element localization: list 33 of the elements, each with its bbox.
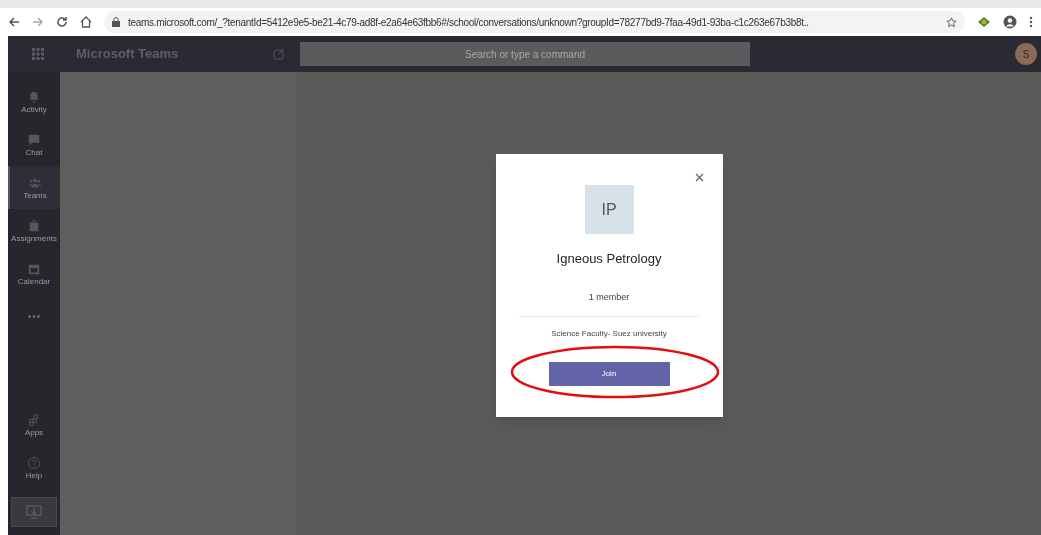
rail-item[interactable]: Chat bbox=[8, 123, 60, 166]
lock-icon bbox=[112, 17, 120, 27]
help-icon bbox=[27, 455, 41, 470]
url-text: teams.microsoft.com/_?tenantId=5412e9e5-be21-4c79-ad8f-e2a64e63fbb6#/school/conversations/unknown?groupId=78277bd9-7faa-49d1-93ba-c1c263e67b3b8t.. bbox=[128, 15, 809, 30]
reload-icon[interactable] bbox=[56, 16, 68, 28]
back-icon[interactable] bbox=[8, 16, 20, 28]
rail-item[interactable]: Assignments bbox=[8, 209, 60, 252]
address-bar[interactable]: teams.microsoft.com/_?tenantId=5412e9e5-be21-4c79-ad8f-e2a64e63fbb6#/school/conversations/unknown?groupId=78277bd9-7faa-49d1-93ba-c1c263e67b3b8t.. bbox=[104, 11, 965, 33]
menu-icon[interactable] bbox=[1029, 16, 1033, 28]
rail-item[interactable]: Help bbox=[8, 446, 60, 489]
more-icon bbox=[28, 315, 40, 318]
apps-icon bbox=[27, 412, 41, 427]
user-avatar[interactable]: S bbox=[1015, 43, 1037, 65]
chat-icon bbox=[27, 132, 41, 147]
forward-icon[interactable] bbox=[32, 16, 44, 28]
home-icon[interactable] bbox=[80, 16, 92, 28]
team-description: Science Faculty- Suez university bbox=[551, 328, 667, 340]
team-name: Igneous Petrology bbox=[556, 250, 662, 268]
extension-icon[interactable] bbox=[977, 16, 991, 28]
close-icon[interactable] bbox=[694, 173, 704, 182]
rail-item[interactable]: Activity bbox=[8, 80, 60, 123]
backpack-icon bbox=[27, 218, 41, 233]
search-field[interactable]: Search or type a command bbox=[300, 42, 750, 66]
team-avatar: IP bbox=[584, 185, 634, 234]
bell-icon bbox=[27, 89, 41, 104]
star-icon[interactable] bbox=[946, 16, 957, 28]
rail-item[interactable]: Calendar bbox=[8, 252, 60, 295]
rail-item[interactable]: Apps bbox=[8, 403, 60, 446]
rail-item[interactable]: Teams bbox=[8, 166, 60, 209]
join-button[interactable]: Join bbox=[548, 362, 670, 386]
account-icon[interactable] bbox=[1003, 15, 1017, 29]
member-count: 1 member bbox=[588, 290, 630, 304]
monitor-icon bbox=[26, 505, 42, 519]
